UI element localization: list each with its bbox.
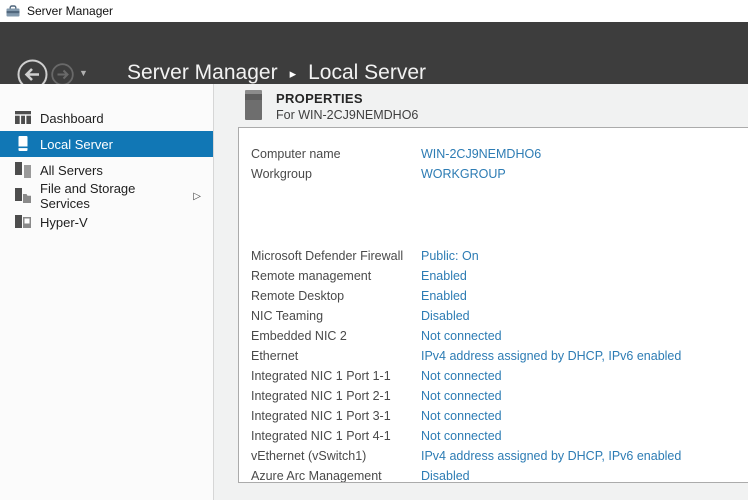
window-title: Server Manager (27, 4, 113, 18)
property-label: NIC Teaming (251, 309, 421, 323)
property-label: Integrated NIC 1 Port 2-1 (251, 389, 421, 403)
property-label: Embedded NIC 2 (251, 329, 421, 343)
property-value-link[interactable]: Not connected (421, 329, 502, 343)
property-row: vEthernet (vSwitch1) IPv4 address assign… (251, 446, 748, 466)
properties-group-gap (251, 184, 748, 246)
property-row: Microsoft Defender Firewall Public: On (251, 246, 748, 266)
property-label: Computer name (251, 147, 421, 161)
property-row: Integrated NIC 1 Port 4-1 Not connected (251, 426, 748, 446)
property-row: Computer name WIN-2CJ9NEMDHO6 (251, 144, 748, 164)
all-servers-icon (14, 162, 31, 178)
properties-subtitle: For WIN-2CJ9NEMDHO6 (276, 108, 418, 122)
file-storage-icon (14, 188, 31, 204)
sidebar-item-label: Hyper-V (40, 215, 88, 230)
property-row: Remote Desktop Enabled (251, 286, 748, 306)
sidebar-item-local-server[interactable]: Local Server (0, 131, 213, 157)
hyper-v-icon (14, 215, 31, 230)
property-row: Integrated NIC 1 Port 1-1 Not connected (251, 366, 748, 386)
server-icon (14, 136, 31, 152)
property-row: Remote management Enabled (251, 266, 748, 286)
sidebar-item-all-servers[interactable]: All Servers (0, 157, 213, 183)
properties-tile-icon (245, 90, 262, 120)
property-row: Ethernet IPv4 address assigned by DHCP, … (251, 346, 748, 366)
property-label: Remote management (251, 269, 421, 283)
breadcrumb-current[interactable]: Local Server (308, 61, 426, 85)
property-value-link[interactable]: Not connected (421, 409, 502, 423)
dashboard-icon (14, 111, 31, 125)
sidebar-item-dashboard[interactable]: Dashboard (0, 105, 213, 131)
title-bar: Server Manager (0, 0, 748, 22)
server-manager-window: Server Manager ▼ Server Manager ▸ Local … (0, 0, 748, 500)
properties-panel: Computer name WIN-2CJ9NEMDHO6 Workgroup … (238, 127, 748, 483)
property-value-link[interactable]: Not connected (421, 429, 502, 443)
property-label: Integrated NIC 1 Port 4-1 (251, 429, 421, 443)
property-value-link[interactable]: WIN-2CJ9NEMDHO6 (421, 147, 541, 161)
property-row: Azure Arc Management Disabled (251, 466, 748, 483)
property-value-link[interactable]: Enabled (421, 269, 467, 283)
sidebar: Dashboard Local Server All Servers (0, 84, 214, 500)
sidebar-item-hyper-v[interactable]: Hyper-V (0, 209, 213, 235)
property-value-link[interactable]: Public: On (421, 249, 479, 263)
property-row: Embedded NIC 2 Not connected (251, 326, 748, 346)
property-label: Ethernet (251, 349, 421, 363)
property-row: Integrated NIC 1 Port 3-1 Not connected (251, 406, 748, 426)
sidebar-item-label: Dashboard (40, 111, 104, 126)
property-value-link[interactable]: Not connected (421, 389, 502, 403)
expand-chevron-icon[interactable]: ▷ (193, 191, 201, 202)
property-label: Integrated NIC 1 Port 3-1 (251, 409, 421, 423)
property-row: NIC Teaming Disabled (251, 306, 748, 326)
properties-general-group: Computer name WIN-2CJ9NEMDHO6 Workgroup … (251, 144, 748, 184)
breadcrumb-separator-icon: ▸ (290, 66, 297, 82)
property-value-link[interactable]: Disabled (421, 469, 470, 483)
property-value-link[interactable]: Disabled (421, 309, 470, 323)
property-value-link[interactable]: IPv4 address assigned by DHCP, IPv6 enab… (421, 449, 681, 463)
breadcrumb: Server Manager ▸ Local Server (127, 61, 426, 85)
property-label: Integrated NIC 1 Port 1-1 (251, 369, 421, 383)
property-label: Remote Desktop (251, 289, 421, 303)
properties-title: PROPERTIES (276, 91, 363, 106)
breadcrumb-root[interactable]: Server Manager (127, 61, 278, 85)
sidebar-item-label: All Servers (40, 163, 103, 178)
property-value-link[interactable]: IPv4 address assigned by DHCP, IPv6 enab… (421, 349, 681, 363)
sidebar-item-label: File and Storage Services (40, 181, 184, 211)
history-dropdown-caret-icon[interactable]: ▼ (79, 68, 88, 78)
property-label: Azure Arc Management (251, 469, 421, 483)
properties-status-group: Microsoft Defender Firewall Public: On R… (251, 246, 748, 483)
property-value-link[interactable]: Not connected (421, 369, 502, 383)
property-value-link[interactable]: Enabled (421, 289, 467, 303)
property-label: Microsoft Defender Firewall (251, 249, 421, 263)
property-label: Workgroup (251, 167, 421, 181)
property-row: Integrated NIC 1 Port 2-1 Not connected (251, 386, 748, 406)
sidebar-item-file-and-storage-services[interactable]: File and Storage Services ▷ (0, 183, 213, 209)
property-label: vEthernet (vSwitch1) (251, 449, 421, 463)
main-content: PROPERTIES For WIN-2CJ9NEMDHO6 Computer … (214, 84, 748, 500)
property-value-link[interactable]: WORKGROUP (421, 167, 506, 181)
sidebar-item-label: Local Server (40, 137, 113, 152)
server-manager-app-icon (5, 3, 21, 19)
property-row: Workgroup WORKGROUP (251, 164, 748, 184)
navigation-bar: ▼ Server Manager ▸ Local Server (0, 22, 748, 84)
